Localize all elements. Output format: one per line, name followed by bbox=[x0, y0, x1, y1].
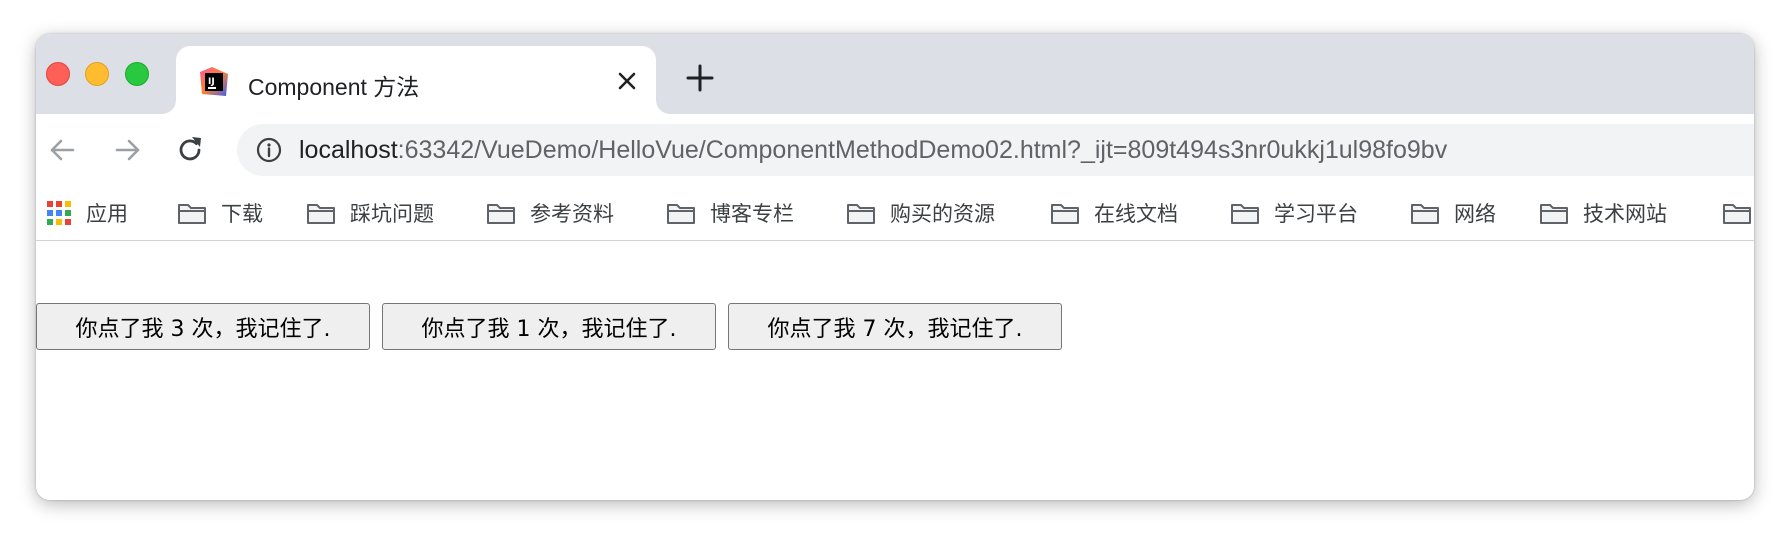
bookmark-folder-downloads[interactable]: 下载 bbox=[177, 198, 263, 228]
folder-icon bbox=[1231, 204, 1259, 224]
bookmarks-bar: 应用 下载 踩坑问题 参考资料 博客专栏 购买的资源 在线文档 学习平台 网络 … bbox=[36, 186, 1754, 241]
url-path: :63342/VueDemo/HelloVue/ComponentMethodD… bbox=[397, 136, 1448, 164]
svg-text:IJ: IJ bbox=[208, 77, 215, 87]
folder-icon bbox=[1723, 204, 1751, 224]
bookmark-folder[interactable]: 踩坑问题 bbox=[306, 198, 434, 228]
forward-arrow-icon[interactable] bbox=[110, 132, 146, 168]
desktop-backdrop: IJ Component 方法 localhost:63342/VueDemo/… bbox=[0, 0, 1790, 536]
bookmark-folder[interactable]: 购买的资源 bbox=[846, 198, 995, 228]
folder-icon bbox=[847, 204, 875, 224]
counter-button[interactable]: 你点了我 1 次，我记住了. bbox=[382, 303, 716, 350]
bookmark-label: 网络 bbox=[1454, 202, 1496, 226]
bookmark-folder[interactable]: 技术网站 bbox=[1539, 198, 1667, 228]
bookmark-label: 参考资料 bbox=[530, 202, 614, 226]
bookmark-folder[interactable]: 参考资料 bbox=[486, 198, 614, 228]
new-tab-icon[interactable] bbox=[686, 64, 714, 92]
url-text: localhost:63342/VueDemo/HelloVue/Compone… bbox=[299, 136, 1447, 165]
bookmark-label: 购买的资源 bbox=[890, 202, 995, 226]
site-info-icon[interactable] bbox=[255, 136, 283, 164]
minimize-window-button[interactable] bbox=[85, 62, 109, 86]
reload-icon[interactable] bbox=[172, 132, 208, 168]
browser-window: IJ Component 方法 localhost:63342/VueDemo/… bbox=[36, 34, 1754, 500]
folder-icon bbox=[1051, 204, 1079, 224]
bookmark-label: 技术网站 bbox=[1583, 202, 1667, 226]
close-window-button[interactable] bbox=[46, 62, 70, 86]
bookmark-folder[interactable]: 学习平台 bbox=[1230, 198, 1358, 228]
intellij-idea-icon: IJ bbox=[200, 67, 228, 96]
bookmark-label: 学习平台 bbox=[1274, 202, 1358, 226]
bookmark-label: 应用 bbox=[86, 202, 128, 226]
address-bar[interactable]: localhost:63342/VueDemo/HelloVue/Compone… bbox=[237, 124, 1754, 176]
counter-button[interactable]: 你点了我 7 次，我记住了. bbox=[728, 303, 1062, 350]
bookmark-folder[interactable]: 博客专栏 bbox=[666, 198, 794, 228]
folder-icon bbox=[487, 204, 515, 224]
bookmark-folder-overflow[interactable] bbox=[1722, 198, 1752, 228]
navigation-toolbar: localhost:63342/VueDemo/HelloVue/Compone… bbox=[36, 114, 1754, 186]
counter-button[interactable]: 你点了我 3 次，我记住了. bbox=[36, 303, 370, 350]
bookmark-folder[interactable]: 在线文档 bbox=[1050, 198, 1178, 228]
folder-icon bbox=[1411, 204, 1439, 224]
tab-active[interactable]: IJ Component 方法 bbox=[176, 46, 656, 114]
page-content: 你点了我 3 次，我记住了. 你点了我 1 次，我记住了. 你点了我 7 次，我… bbox=[36, 241, 1754, 500]
back-arrow-icon[interactable] bbox=[44, 132, 80, 168]
close-tab-icon[interactable] bbox=[616, 70, 638, 92]
folder-icon bbox=[1540, 204, 1568, 224]
bookmark-label: 下载 bbox=[221, 202, 263, 226]
apps-grid-icon bbox=[47, 201, 71, 225]
folder-icon bbox=[307, 204, 335, 224]
folder-icon bbox=[178, 204, 206, 224]
tab-title: Component 方法 bbox=[248, 74, 420, 100]
tab-strip: IJ Component 方法 bbox=[36, 34, 1754, 114]
bookmark-apps[interactable]: 应用 bbox=[46, 198, 128, 228]
zoom-window-button[interactable] bbox=[125, 62, 149, 86]
bookmark-label: 踩坑问题 bbox=[350, 202, 434, 226]
bookmark-label: 在线文档 bbox=[1094, 202, 1178, 226]
bookmark-label: 博客专栏 bbox=[710, 202, 794, 226]
folder-icon bbox=[667, 204, 695, 224]
bookmark-folder[interactable]: 网络 bbox=[1410, 198, 1496, 228]
url-host: localhost bbox=[299, 136, 398, 164]
